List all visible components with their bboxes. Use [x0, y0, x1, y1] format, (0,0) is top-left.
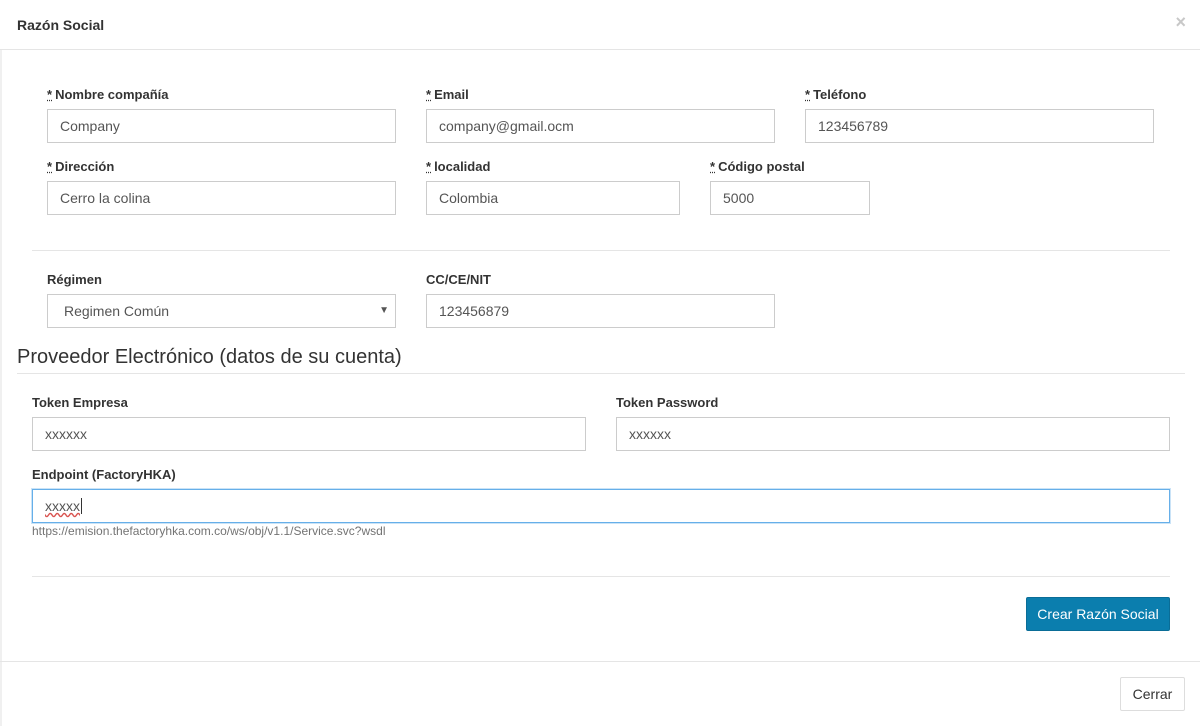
email-input[interactable]: company@gmail.ocm [426, 109, 775, 143]
codigo-postal-input[interactable]: 5000 [710, 181, 870, 215]
nombre-label: * Nombre compañía [47, 87, 169, 102]
required-mark: * [47, 87, 53, 102]
direccion-label: * Dirección [47, 159, 115, 174]
endpoint-label: Endpoint (FactoryHKA) [32, 467, 176, 482]
nombre-compania-input[interactable]: Company [47, 109, 396, 143]
modal-header: Razón Social × [0, 0, 1200, 50]
divider [32, 250, 1170, 251]
regimen-label: Régimen [47, 272, 102, 287]
localidad-input[interactable]: Colombia [426, 181, 680, 215]
token-empresa-input[interactable]: xxxxxx [32, 417, 586, 451]
footer-divider [0, 661, 1200, 662]
codigo-postal-label: * Código postal [710, 159, 805, 174]
token-password-input[interactable]: xxxxxx [616, 417, 1170, 451]
section-title: Proveedor Electrónico (datos de su cuent… [17, 346, 402, 368]
required-mark: * [47, 159, 53, 174]
telefono-input[interactable]: 123456789 [805, 109, 1154, 143]
telefono-label: * Teléfono [805, 87, 867, 102]
divider [32, 576, 1170, 577]
required-mark: * [710, 159, 716, 174]
required-mark: * [426, 87, 432, 102]
section-divider [17, 373, 1185, 374]
endpoint-help-text: https://emision.thefactoryhka.com.co/ws/… [32, 524, 386, 538]
cc-ce-nit-input[interactable]: 123456879 [426, 294, 775, 328]
direccion-input[interactable]: Cerro la colina [47, 181, 396, 215]
email-label: * Email [426, 87, 469, 102]
regimen-select[interactable]: Regimen Común ▼ [47, 294, 396, 328]
modal-title: Razón Social [17, 17, 105, 33]
required-mark: * [426, 159, 432, 174]
crear-razon-social-button[interactable]: Crear Razón Social [1026, 597, 1170, 631]
required-mark: * [805, 87, 811, 102]
token-password-label: Token Password [616, 395, 719, 410]
select-arrow-icon: ▼ [379, 305, 389, 316]
cc-label: CC/CE/NIT [426, 272, 491, 287]
text-caret [81, 498, 82, 514]
token-empresa-label: Token Empresa [32, 395, 128, 410]
localidad-label: * localidad [426, 159, 491, 174]
cerrar-button[interactable]: Cerrar [1120, 677, 1185, 711]
close-icon[interactable]: × [1175, 13, 1186, 31]
modal-backdrop-edge [0, 50, 2, 726]
endpoint-input[interactable]: xxxxx [32, 489, 1170, 523]
